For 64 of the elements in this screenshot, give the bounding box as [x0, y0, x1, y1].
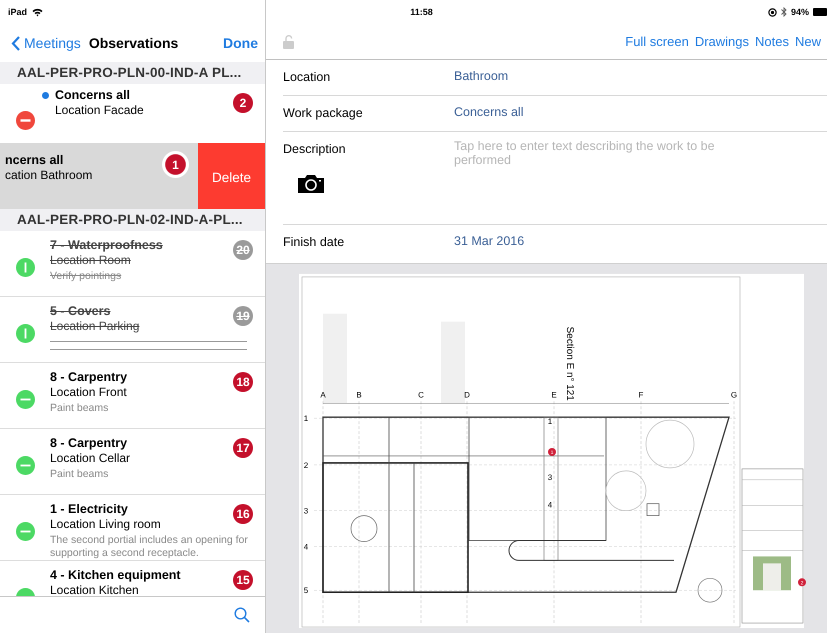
section-header: AAL-PER-PRO-PLN-00-IND-A PL...	[0, 62, 265, 84]
observation-note: Paint beams	[50, 468, 110, 481]
field-value[interactable]: Concerns all	[454, 96, 524, 119]
observation-title: 8 - Carpentry	[50, 370, 128, 385]
count-badge: 2	[233, 93, 253, 113]
observation-title: 5 - Covers	[50, 304, 110, 319]
delete-button[interactable]: Delete	[198, 143, 265, 209]
field-label: Description	[283, 142, 347, 156]
observation-note: Verify pointings	[50, 270, 122, 283]
count-badge: 17	[233, 438, 253, 458]
search-icon[interactable]	[234, 607, 250, 623]
camera-icon[interactable]	[298, 174, 324, 193]
done-button[interactable]: Done	[223, 35, 258, 51]
count-badge: 16	[233, 504, 253, 524]
observation-note: The second portial includes an opening for supporting a second receptacle.	[50, 534, 249, 560]
device-name: iPad	[8, 7, 28, 17]
observation-location: Location Facade	[55, 103, 145, 118]
count-badge: 15	[233, 570, 253, 590]
field-value[interactable]: Bathroom	[454, 60, 508, 83]
field-label: Location	[283, 70, 332, 84]
chevron-left-icon	[11, 36, 20, 50]
toolbar-link[interactable]: New	[794, 34, 821, 49]
count-badge: 18	[233, 372, 253, 392]
delete-minus-icon	[16, 111, 34, 130]
section-label: Section E n° 121	[564, 326, 576, 401]
observation-title: Concerns all	[55, 88, 130, 103]
field-value[interactable]: 31 Mar 2016	[454, 225, 524, 248]
observation-row[interactable]: 8 - Carpentry Location Cellar Paint beams 17	[0, 429, 265, 495]
observation-location: cation Bathroom	[5, 168, 92, 183]
observation-note: Paint beams	[50, 402, 110, 415]
back-button[interactable]: Meetings	[11, 35, 81, 51]
observation-location: Location Kitchen	[50, 583, 140, 596]
nav-title: Observations	[88, 35, 180, 51]
toolbar-link[interactable]: Full screen	[625, 34, 689, 49]
field-label: Finish date	[283, 235, 346, 249]
count-badge: 20	[233, 240, 253, 260]
battery-percent: 94%	[790, 7, 809, 17]
observation-location: Location Room	[50, 253, 132, 268]
observation-location: Location Living room	[50, 517, 162, 532]
description-field[interactable]: Tap here to enter text describing the work to be performed	[454, 132, 827, 199]
toolbar-link[interactable]: Drawings	[694, 34, 750, 49]
observation-title: ncerns all	[5, 153, 64, 168]
wifi-icon	[32, 8, 44, 16]
orientation-lock-icon	[768, 8, 777, 16]
observation-location: Location Parking	[50, 319, 140, 334]
observation-title: 8 - Carpentry	[50, 436, 128, 451]
section-header: AAL-PER-PRO-PLN-02-IND-A-PL...	[0, 209, 265, 231]
observation-location: Location Cellar	[50, 451, 132, 466]
observation-row[interactable]: 1 - Electricity Location Living room The second portial includes an opening for supporting a second receptacle. 16	[0, 495, 265, 561]
toolbar-link[interactable]: Notes	[755, 34, 789, 49]
clock-time: 11:58	[410, 7, 433, 17]
observation-location: Location Front	[50, 385, 128, 400]
observation-row[interactable]: 7 - Waterproofness Location Room Verify pointings 20	[0, 231, 265, 297]
observation-row[interactable]: 5 - Covers Location Parking 19	[0, 297, 265, 363]
observation-title: 1 - Electricity	[50, 502, 128, 517]
battery-icon	[813, 8, 827, 16]
bluetooth-icon	[780, 7, 787, 17]
observation-title: 7 - Waterproofness	[50, 238, 163, 253]
count-badge: 19	[233, 306, 253, 326]
observation-title: 4 - Kitchen equipment	[50, 568, 181, 583]
count-badge: 1	[162, 151, 189, 178]
field-label: Work package	[283, 106, 364, 120]
observation-row[interactable]: 8 - Carpentry Location Front Paint beams 18	[0, 363, 265, 429]
observation-row[interactable]: Concerns all Location Facade 2	[0, 84, 265, 143]
